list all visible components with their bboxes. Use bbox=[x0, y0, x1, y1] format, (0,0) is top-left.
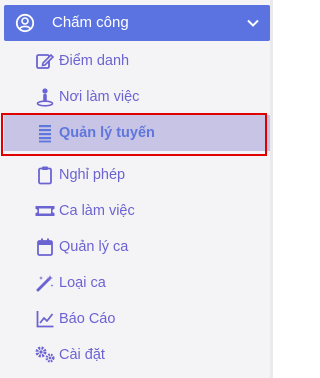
menu-item-label: Nghỉ phép bbox=[59, 167, 126, 183]
edit-icon bbox=[34, 50, 56, 72]
gears-icon bbox=[34, 344, 56, 366]
menu-item-label: Cài đặt bbox=[59, 347, 105, 363]
line-chart-icon bbox=[34, 308, 56, 330]
user-circle-icon bbox=[15, 13, 35, 33]
list-lines-icon bbox=[34, 122, 56, 144]
menu-item-cai-dat[interactable]: Cài đặt bbox=[4, 337, 270, 373]
menu-item-ca-lam-viec[interactable]: Ca làm việc bbox=[4, 193, 270, 229]
menu-item-label: Quản lý ca bbox=[59, 239, 129, 255]
location-person-icon bbox=[34, 86, 56, 108]
clipboard-icon bbox=[34, 164, 56, 186]
menu-item-bao-cao[interactable]: Báo Cáo bbox=[4, 301, 270, 337]
menu-item-diem-danh[interactable]: Điểm danh bbox=[4, 43, 270, 79]
menu-group-title: Chấm công bbox=[52, 14, 129, 31]
menu-item-loai-ca[interactable]: Loại ca bbox=[4, 265, 270, 301]
menu-item-noi-lam-viec[interactable]: Nơi làm việc bbox=[4, 79, 270, 115]
menu-item-label: Ca làm việc bbox=[59, 203, 135, 219]
scrollbar-track[interactable] bbox=[270, 0, 273, 378]
calendar-icon bbox=[34, 236, 56, 258]
menu-item-label: Loại ca bbox=[59, 275, 106, 291]
menu-item-label: Điểm danh bbox=[59, 53, 130, 69]
menu-item-label: Quản lý tuyến bbox=[59, 125, 155, 141]
menu-item-nghi-phep[interactable]: Nghỉ phép bbox=[4, 157, 270, 193]
menu-item-quan-ly-ca[interactable]: Quản lý ca bbox=[4, 229, 270, 265]
menu-group-header-cham-cong[interactable]: Chấm công bbox=[4, 5, 270, 41]
chevron-down-icon[interactable] bbox=[246, 16, 260, 30]
magic-wand-icon bbox=[34, 272, 56, 294]
sidebar-menu: Chấm công Điểm danh Nơi làm việc Quản lý… bbox=[0, 0, 273, 378]
menu-item-label: Nơi làm việc bbox=[59, 89, 140, 105]
menu-item-quan-ly-tuyen[interactable]: Quản lý tuyến bbox=[4, 115, 270, 151]
ticket-icon bbox=[34, 200, 56, 222]
menu-item-label: Báo Cáo bbox=[59, 311, 116, 327]
